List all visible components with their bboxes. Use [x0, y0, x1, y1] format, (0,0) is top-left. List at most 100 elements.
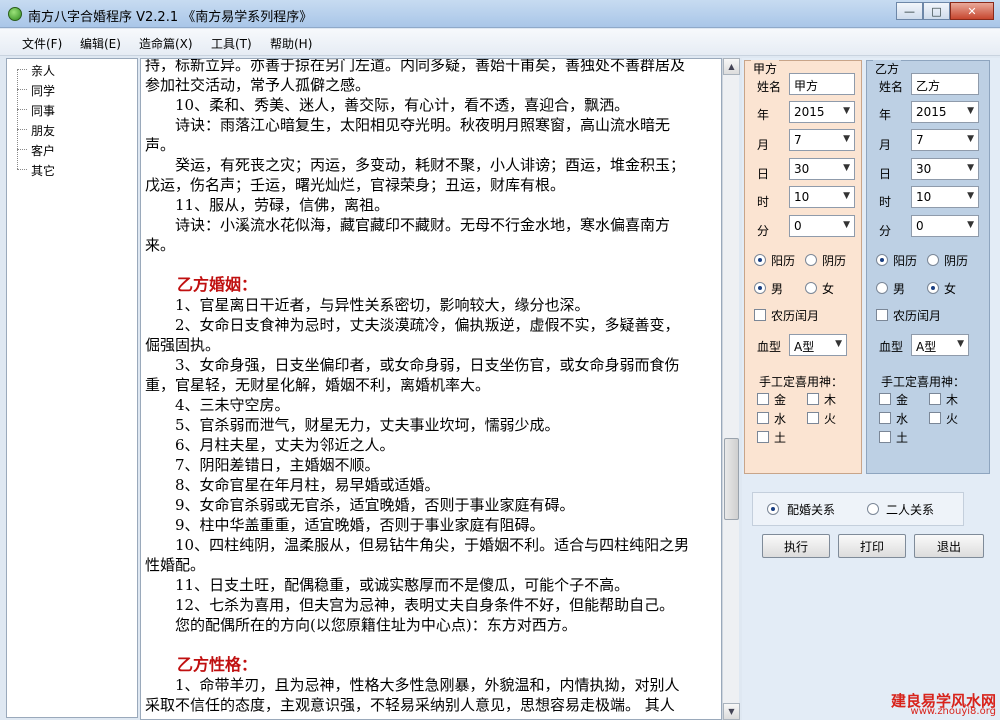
text-line: 12、七杀为喜用，但夫宫为忌神，表明丈夫自身条件不好，但能帮助自己。: [145, 596, 675, 614]
watermark-url: www.zhouyi8.org: [910, 706, 996, 717]
party-a-panel: 甲方 姓名 甲方 年 2015 ▼ 月 7 ▼ 日 30 ▼ 时 10 ▼ 分 0 ▼ 阳…: [744, 60, 862, 474]
party-a-year-select[interactable]: 2015 ▼: [789, 101, 855, 123]
party-a-blood-select[interactable]: A型 ▼: [789, 334, 847, 356]
party-b-solar-radio[interactable]: [876, 254, 888, 266]
party-a-month-select[interactable]: 7 ▼: [789, 129, 855, 151]
party-b-male-label: 男: [893, 282, 906, 296]
party-b-earth-checkbox[interactable]: [879, 431, 891, 443]
party-a-day-select[interactable]: 30 ▼: [789, 158, 855, 180]
party-a-year-label: 年: [757, 108, 770, 122]
text-line: 戊运，伤名声；壬运，曙光灿烂，官禄荣身；丑运，财库有根。: [145, 176, 566, 194]
text-line: 8、女命官星在年月柱，易早婚或适婚。: [145, 476, 440, 494]
chevron-down-icon: ▼: [957, 339, 964, 349]
party-a-manual-label: 手工定喜用神：: [759, 375, 844, 389]
party-b-fire-checkbox[interactable]: [929, 412, 941, 424]
scroll-up-arrow-icon[interactable]: ▲: [723, 58, 740, 75]
party-a-hour-select[interactable]: 10 ▼: [789, 186, 855, 208]
party-a-female-radio[interactable]: [805, 282, 817, 294]
party-b-metal-checkbox[interactable]: [879, 393, 891, 405]
party-a-day-label: 日: [757, 167, 770, 181]
party-b-wood-checkbox[interactable]: [929, 393, 941, 405]
pair-relation-radio[interactable]: [867, 503, 879, 515]
text-line: 2、女命日支食神为忌时，丈夫淡漠疏冷，偏执叛逆，虚假不实，多疑善变，: [145, 316, 680, 334]
party-a-minute-select[interactable]: 0 ▼: [789, 215, 855, 237]
party-a-metal-checkbox[interactable]: [757, 393, 769, 405]
party-a-metal-label: 金: [774, 393, 787, 407]
party-b-wood-label: 木: [946, 393, 959, 407]
marriage-relation-radio[interactable]: [767, 503, 779, 515]
chevron-down-icon: ▼: [835, 339, 842, 349]
party-a-water-label: 水: [774, 412, 787, 426]
party-b-month-select[interactable]: 7 ▼: [911, 129, 979, 151]
chevron-down-icon: ▼: [843, 163, 850, 173]
party-a-leap-checkbox[interactable]: [754, 309, 766, 321]
site-watermark: 建良易学风水网 www.zhouyi8.org: [860, 690, 1000, 720]
scroll-thumb[interactable]: [724, 438, 739, 520]
party-b-male-radio[interactable]: [876, 282, 888, 294]
exit-button[interactable]: 退出: [914, 534, 984, 558]
text-line: 1、命带羊刃，且为忌神，性格大多性急刚暴，外貌温和，内情执拗，对别人: [145, 676, 680, 694]
title-bar: 南方八字合婚程序 V2.2.1 《南方易学系列程序》 — □ ✕: [0, 0, 1000, 28]
party-b-name-input[interactable]: 乙方: [911, 73, 979, 95]
print-button[interactable]: 打印: [838, 534, 906, 558]
execute-button[interactable]: 执行: [762, 534, 830, 558]
party-b-lunar-radio[interactable]: [927, 254, 939, 266]
text-line: 5、官杀弱而泄气，财星无力，丈夫事业坎坷，懦弱少成。: [145, 416, 560, 434]
party-b-female-radio[interactable]: [927, 282, 939, 294]
text-line: 来。: [145, 236, 176, 254]
text-line: 声。: [145, 136, 176, 154]
app-icon: [8, 7, 22, 21]
party-a-solar-label: 阳历: [771, 254, 796, 268]
party-b-year-select[interactable]: 2015 ▼: [911, 101, 979, 123]
menu-destiny[interactable]: 造命篇(X): [139, 35, 193, 52]
minimize-button[interactable]: —: [896, 2, 923, 20]
party-a-wood-label: 木: [824, 393, 837, 407]
menu-tools[interactable]: 工具(T): [211, 35, 252, 52]
menu-edit[interactable]: 编辑(E): [80, 35, 121, 52]
party-a-solar-radio[interactable]: [754, 254, 766, 266]
tree-line: [17, 69, 18, 169]
party-a-month-label: 月: [757, 138, 770, 152]
party-b-water-checkbox[interactable]: [879, 412, 891, 424]
pair-relation-label: 二人关系: [886, 503, 935, 517]
party-a-name-input[interactable]: 甲方: [789, 73, 855, 95]
party-a-earth-label: 土: [774, 431, 787, 445]
menu-help[interactable]: 帮助(H): [270, 35, 312, 52]
chevron-down-icon: ▼: [843, 134, 850, 144]
text-line: 性婚配。: [145, 556, 206, 574]
party-b-leap-checkbox[interactable]: [876, 309, 888, 321]
party-b-solar-label: 阳历: [893, 254, 918, 268]
vertical-scrollbar[interactable]: ▲ ▼: [722, 58, 740, 720]
party-b-blood-select[interactable]: A型 ▼: [911, 334, 969, 356]
result-text-area[interactable]: 持，标新立异。亦善于掠在另门左道。内同多疑，善始十甫矣，善独处不善群居及 参加社交…: [140, 58, 722, 720]
maximize-button[interactable]: □: [923, 2, 950, 20]
party-a-water-checkbox[interactable]: [757, 412, 769, 424]
party-b-day-select[interactable]: 30 ▼: [911, 158, 979, 180]
party-b-month-label: 月: [879, 138, 892, 152]
text-line: 4、三未守空房。: [145, 396, 290, 414]
scroll-down-arrow-icon[interactable]: ▼: [723, 703, 740, 720]
party-a-fire-checkbox[interactable]: [807, 412, 819, 424]
party-a-female-label: 女: [822, 282, 835, 296]
menu-file[interactable]: 文件(F): [22, 35, 62, 52]
party-a-lunar-radio[interactable]: [805, 254, 817, 266]
marriage-relation-label: 配婚关系: [787, 503, 836, 517]
party-b-fire-label: 火: [946, 412, 959, 426]
party-b-panel: 乙方 姓名 乙方 年 2015 ▼ 月 7 ▼ 日 30 ▼ 时 10 ▼ 分 0 ▼ 阳…: [866, 60, 990, 474]
chevron-down-icon: ▼: [967, 106, 974, 116]
party-a-leap-label: 农历闰月: [771, 309, 820, 323]
close-button[interactable]: ✕: [950, 2, 994, 20]
chevron-down-icon: ▼: [843, 191, 850, 201]
text-line: 6、月柱夫星，丈夫为邻近之人。: [145, 436, 395, 454]
party-b-hour-select[interactable]: 10 ▼: [911, 186, 979, 208]
party-a-wood-checkbox[interactable]: [807, 393, 819, 405]
relation-tree: 亲人 同学 同事 朋友 客户 其它: [6, 58, 138, 718]
party-b-water-label: 水: [896, 412, 909, 426]
party-b-name-label: 姓名: [879, 80, 904, 94]
party-a-male-label: 男: [771, 282, 784, 296]
party-b-minute-select[interactable]: 0 ▼: [911, 215, 979, 237]
party-a-earth-checkbox[interactable]: [757, 431, 769, 443]
text-line: 1、官星离日干近者，与异性关系密切，影响较大，缘分也深。: [145, 296, 590, 314]
chevron-down-icon: ▼: [843, 220, 850, 230]
party-a-male-radio[interactable]: [754, 282, 766, 294]
